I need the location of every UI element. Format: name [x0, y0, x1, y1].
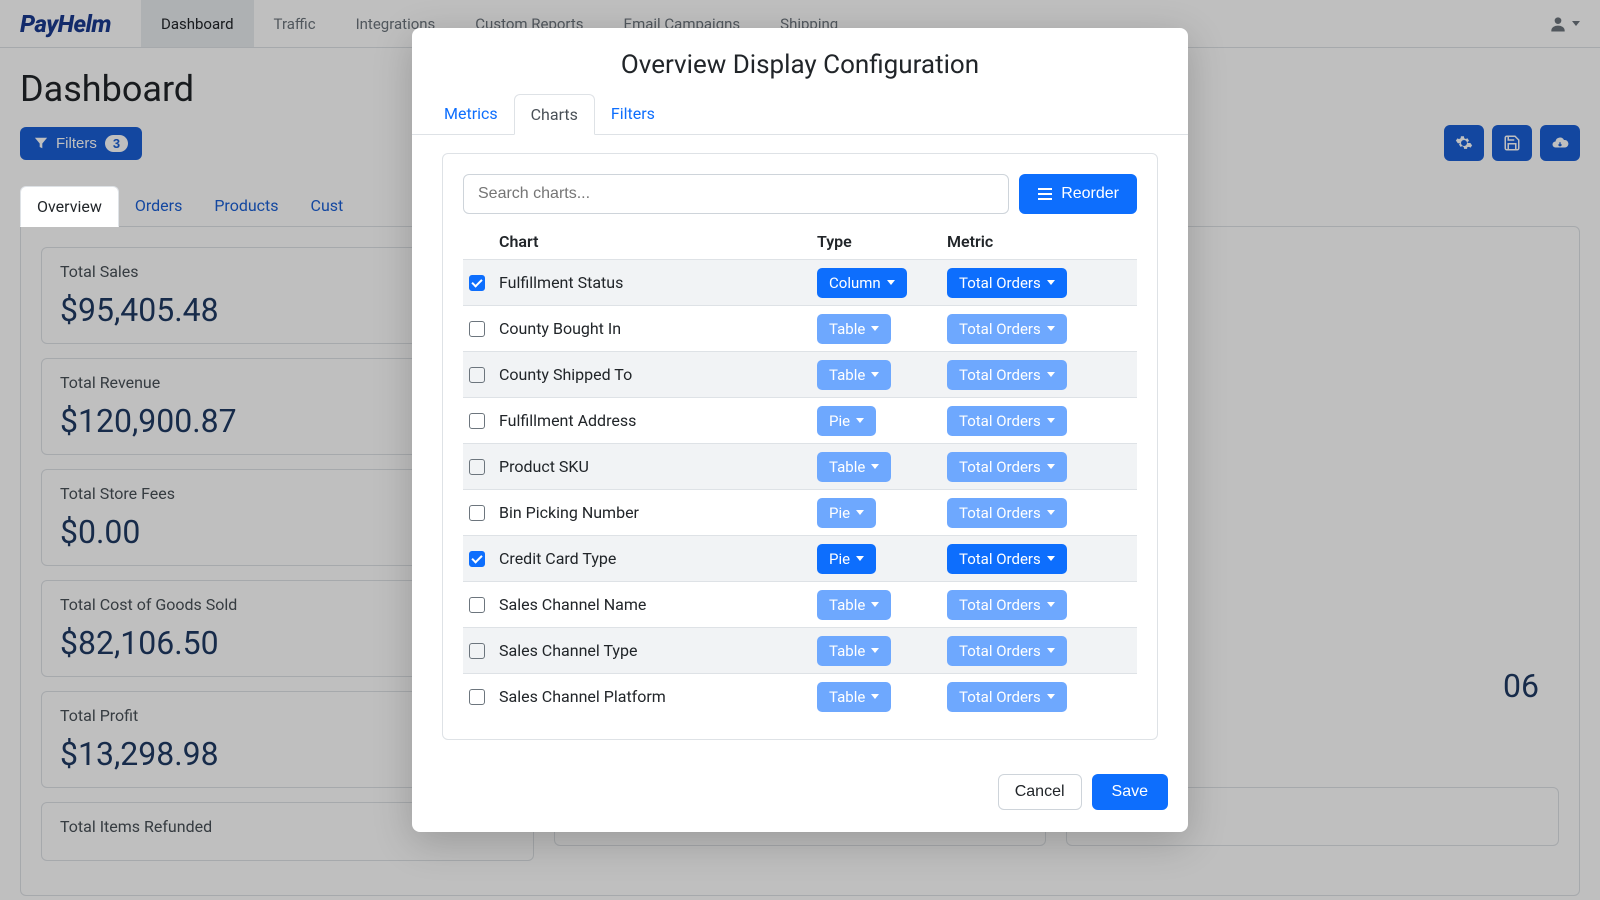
type-dropdown[interactable]: Pie	[817, 406, 876, 436]
metric-dropdown[interactable]: Total Orders	[947, 360, 1067, 390]
chevron-down-icon	[1047, 372, 1055, 377]
panel-top: Reorder	[463, 174, 1137, 214]
metric-dropdown[interactable]: Total Orders	[947, 590, 1067, 620]
chart-checkbox[interactable]	[469, 689, 485, 705]
chart-name: Credit Card Type	[499, 549, 616, 568]
chart-row: Product SKU Table Total Orders	[463, 443, 1137, 489]
chevron-down-icon	[871, 602, 879, 607]
type-dropdown[interactable]: Table	[817, 314, 891, 344]
chevron-down-icon	[871, 648, 879, 653]
subtab-overview[interactable]: Overview	[20, 186, 119, 227]
chart-checkbox[interactable]	[469, 643, 485, 659]
type-dropdown[interactable]: Pie	[817, 498, 876, 528]
chart-row: County Bought In Table Total Orders	[463, 305, 1137, 351]
chart-table-head: Chart Type Metric	[463, 224, 1137, 259]
metric-dropdown[interactable]: Total Orders	[947, 452, 1067, 482]
col-type-label: Type	[817, 232, 947, 251]
type-dropdown[interactable]: Table	[817, 682, 891, 712]
chevron-down-icon	[871, 372, 879, 377]
chart-name: County Shipped To	[499, 365, 632, 384]
reorder-button[interactable]: Reorder	[1019, 174, 1137, 214]
chart-row: Bin Picking Number Pie Total Orders	[463, 489, 1137, 535]
chart-checkbox[interactable]	[469, 551, 485, 567]
reorder-label: Reorder	[1061, 185, 1119, 203]
chevron-down-icon	[871, 464, 879, 469]
chevron-down-icon	[1047, 418, 1055, 423]
type-dropdown[interactable]: Pie	[817, 544, 876, 574]
chart-checkbox[interactable]	[469, 321, 485, 337]
type-dropdown[interactable]: Table	[817, 360, 891, 390]
chart-name: Sales Channel Platform	[499, 687, 666, 706]
chart-row: Fulfillment Address Pie Total Orders	[463, 397, 1137, 443]
chart-checkbox[interactable]	[469, 275, 485, 291]
chart-row: Sales Channel Type Table Total Orders	[463, 627, 1137, 673]
metric-dropdown[interactable]: Total Orders	[947, 498, 1067, 528]
chart-row: Fulfillment Status Column Total Orders	[463, 259, 1137, 305]
metric-dropdown[interactable]: Total Orders	[947, 268, 1067, 298]
modal-tab-charts[interactable]: Charts	[514, 94, 595, 135]
chart-name: Sales Channel Type	[499, 641, 637, 660]
config-modal: Overview Display Configuration MetricsCh…	[412, 28, 1188, 832]
chart-name: Product SKU	[499, 457, 589, 476]
chevron-down-icon	[856, 556, 864, 561]
chevron-down-icon	[1047, 326, 1055, 331]
chart-name: Fulfillment Status	[499, 273, 623, 292]
col-chart-label: Chart	[499, 232, 539, 251]
modal-tabs: MetricsChartsFilters	[412, 94, 1188, 135]
modal-footer: Cancel Save	[412, 758, 1188, 832]
chart-row: Sales Channel Name Table Total Orders	[463, 581, 1137, 627]
type-dropdown[interactable]: Table	[817, 452, 891, 482]
chart-checkbox[interactable]	[469, 597, 485, 613]
modal-tab-metrics[interactable]: Metrics	[428, 94, 514, 134]
chevron-down-icon	[1047, 464, 1055, 469]
chevron-down-icon	[887, 280, 895, 285]
modal-tab-filters[interactable]: Filters	[595, 94, 671, 134]
modal-title: Overview Display Configuration	[412, 28, 1188, 94]
type-dropdown[interactable]: Table	[817, 590, 891, 620]
chevron-down-icon	[856, 510, 864, 515]
chevron-down-icon	[871, 326, 879, 331]
chevron-down-icon	[1047, 510, 1055, 515]
modal-body: Reorder Chart Type Metric Fulfillment St…	[412, 135, 1188, 758]
charts-panel: Reorder Chart Type Metric Fulfillment St…	[442, 153, 1158, 740]
metric-dropdown[interactable]: Total Orders	[947, 314, 1067, 344]
chart-name: Fulfillment Address	[499, 411, 636, 430]
chart-row: Sales Channel Platform Table Total Orders	[463, 673, 1137, 719]
chevron-down-icon	[871, 694, 879, 699]
chevron-down-icon	[1047, 556, 1055, 561]
type-dropdown[interactable]: Column	[817, 268, 907, 298]
chevron-down-icon	[856, 418, 864, 423]
chart-checkbox[interactable]	[469, 413, 485, 429]
chart-name: Sales Channel Name	[499, 595, 646, 614]
chart-checkbox[interactable]	[469, 459, 485, 475]
chart-row: Credit Card Type Pie Total Orders	[463, 535, 1137, 581]
chart-row: County Shipped To Table Total Orders	[463, 351, 1137, 397]
metric-dropdown[interactable]: Total Orders	[947, 636, 1067, 666]
chevron-down-icon	[1047, 648, 1055, 653]
col-metric-label: Metric	[947, 232, 1131, 251]
modal-overlay[interactable]: Overview Display Configuration MetricsCh…	[0, 0, 1600, 900]
chevron-down-icon	[1047, 280, 1055, 285]
chart-name: Bin Picking Number	[499, 503, 639, 522]
chart-checkbox[interactable]	[469, 505, 485, 521]
search-charts-input[interactable]	[463, 174, 1009, 214]
save-button[interactable]: Save	[1092, 774, 1168, 810]
metric-dropdown[interactable]: Total Orders	[947, 406, 1067, 436]
chart-checkbox[interactable]	[469, 367, 485, 383]
list-icon	[1037, 187, 1053, 201]
metric-dropdown[interactable]: Total Orders	[947, 544, 1067, 574]
chevron-down-icon	[1047, 602, 1055, 607]
chart-rows: Fulfillment StatusColumnTotal OrdersCoun…	[463, 259, 1137, 719]
chevron-down-icon	[1047, 694, 1055, 699]
type-dropdown[interactable]: Table	[817, 636, 891, 666]
chart-name: County Bought In	[499, 319, 621, 338]
metric-dropdown[interactable]: Total Orders	[947, 682, 1067, 712]
cancel-button[interactable]: Cancel	[998, 774, 1082, 810]
